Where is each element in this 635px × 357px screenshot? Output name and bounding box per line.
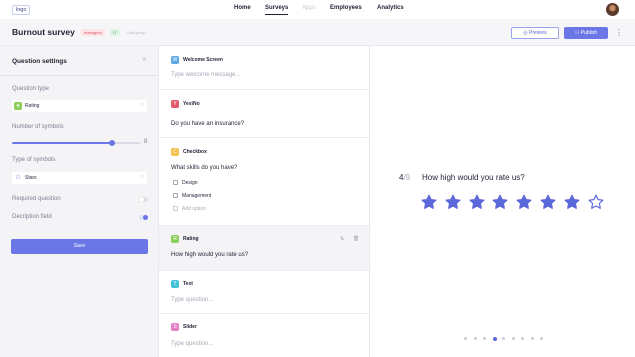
question-type-select[interactable]: ★ Rating › xyxy=(12,100,147,112)
star-icon[interactable] xyxy=(564,194,580,210)
pagination-dot[interactable] xyxy=(540,337,543,340)
nav-employees[interactable]: Employees xyxy=(330,5,362,11)
question-block-rating[interactable]: R Rating ⇅ 🗑 How high would you rate us? xyxy=(159,226,369,271)
question-type-label: Text xyxy=(183,281,193,287)
description-toggle[interactable] xyxy=(139,215,148,220)
star-icon[interactable] xyxy=(516,194,532,210)
page-title: Burnout survey xyxy=(12,27,75,37)
description-label: Decription field xyxy=(12,214,52,220)
top-navigation: logo Home Surveys Apps Employees Analyti… xyxy=(0,0,635,19)
slider-handle[interactable] xyxy=(108,140,115,146)
counter-total: /9 xyxy=(403,173,411,182)
settings-title: Question settings xyxy=(12,58,67,65)
question-block-yes-no[interactable]: Y Yes\No Do you have an insurance? xyxy=(159,90,369,138)
star-icon[interactable] xyxy=(540,194,556,210)
divider xyxy=(0,75,158,76)
question-input[interactable]: Do you have an insurance? xyxy=(171,121,244,127)
chevron-right-icon: › xyxy=(141,174,143,180)
nav-analytics[interactable]: Analytics xyxy=(377,5,404,11)
close-icon[interactable]: × xyxy=(142,55,147,64)
num-symbols-label: Number of symbols xyxy=(12,124,64,130)
save-button[interactable]: Save xyxy=(11,239,148,254)
question-input[interactable]: Type welcome message... xyxy=(171,72,240,78)
question-settings-panel: Question settings × Question type ★ Rati… xyxy=(0,46,159,357)
toggle-knob xyxy=(139,197,144,202)
preview-question: How high would you rate us? xyxy=(422,173,525,182)
question-type-label: Rating xyxy=(183,236,199,242)
question-input[interactable]: What skills do you have? xyxy=(171,165,237,171)
required-label: Required question xyxy=(12,196,61,202)
question-input[interactable]: Type question... xyxy=(171,297,213,303)
nav-surveys[interactable]: Surveys xyxy=(265,5,289,15)
publish-label: Publish xyxy=(580,30,598,36)
pagination-dot[interactable] xyxy=(511,337,515,340)
question-block-checkbox[interactable]: C Checkbox What skills do you have? Desi… xyxy=(159,138,369,226)
checkbox-icon: C xyxy=(171,148,179,156)
avatar[interactable] xyxy=(606,3,619,16)
nav-apps[interactable]: Apps xyxy=(302,5,316,11)
yes-no-icon: Y xyxy=(171,100,179,108)
question-counter: 4/9 xyxy=(399,173,410,182)
num-symbols-slider[interactable] xyxy=(12,140,140,146)
question-block-text[interactable]: T Text Type question... xyxy=(159,271,369,314)
star-icon[interactable] xyxy=(492,194,508,210)
question-type-label: Yes\No xyxy=(183,101,200,107)
toggle-knob xyxy=(143,215,148,220)
text-icon: T xyxy=(171,280,179,288)
chevron-right-icon: › xyxy=(141,102,143,108)
question-type-value: Rating xyxy=(25,103,40,109)
logo[interactable]: logo xyxy=(12,5,31,15)
question-type-label: Question type xyxy=(12,86,50,92)
type-symbols-value: Stars xyxy=(25,175,37,181)
preview-label: Preview xyxy=(528,30,547,36)
option-label: Design xyxy=(182,180,198,186)
pagination-dot[interactable] xyxy=(530,337,534,340)
question-input[interactable]: Type question... xyxy=(171,341,213,347)
add-option-checkbox xyxy=(173,206,178,211)
question-block-welcome[interactable]: W Welcome Screen Type welcome message... xyxy=(159,46,369,90)
publish-button[interactable]: ⚇ Publish xyxy=(564,27,608,39)
pagination-dot[interactable] xyxy=(464,337,467,340)
type-symbols-label: Type of symbols xyxy=(12,157,56,163)
rating-icon: R xyxy=(171,235,179,243)
slider-fill xyxy=(12,142,112,144)
question-type-label: Welcome Screen xyxy=(183,57,223,63)
question-type-label: Checkbox xyxy=(183,149,207,155)
add-option-label: Add option xyxy=(182,206,206,212)
required-toggle[interactable] xyxy=(139,197,148,202)
question-block-slider[interactable]: S Slider Type question... xyxy=(159,314,369,357)
star-icon[interactable] xyxy=(588,194,604,210)
question-input[interactable]: How high would you rate us? xyxy=(171,252,248,258)
slider-icon: S xyxy=(171,323,179,331)
star-icon: ☆ xyxy=(14,174,22,181)
star-icon[interactable] xyxy=(445,194,461,210)
add-group-link[interactable]: Add group xyxy=(127,29,145,36)
rating-icon: ★ xyxy=(14,102,22,110)
more-icon[interactable]: ⋮ xyxy=(615,27,623,39)
pagination-dot[interactable] xyxy=(473,337,477,340)
trash-icon[interactable]: 🗑 xyxy=(353,236,359,242)
pagination-dot[interactable] xyxy=(502,337,505,340)
question-list: W Welcome Screen Type welcome message...… xyxy=(159,46,370,357)
star-icon[interactable] xyxy=(469,194,485,210)
checkbox[interactable] xyxy=(173,180,178,185)
pagination-dot[interactable] xyxy=(483,337,486,340)
type-symbols-select[interactable]: ☆ Stars › xyxy=(12,172,147,184)
pagination-dot[interactable] xyxy=(492,336,497,341)
shuffle-icon[interactable]: ⇅ xyxy=(340,236,344,242)
star-icon[interactable] xyxy=(421,194,437,210)
survey-preview: 4/9 How high would you rate us? xyxy=(371,46,635,357)
nav-home[interactable]: Home xyxy=(234,5,251,11)
welcome-icon: W xyxy=(171,56,179,64)
num-symbols-value: 8 xyxy=(144,139,148,145)
survey-header: Burnout survey managers IT Add group ◎ P… xyxy=(0,19,635,46)
checkbox[interactable] xyxy=(173,193,178,198)
preview-button[interactable]: ◎ Preview xyxy=(511,27,559,39)
tag-managers[interactable]: managers xyxy=(81,29,105,36)
question-type-label: Slider xyxy=(183,324,197,330)
pagination-dot[interactable] xyxy=(521,337,524,340)
tag-it[interactable]: IT xyxy=(110,29,120,36)
option-label: Management xyxy=(182,193,212,199)
